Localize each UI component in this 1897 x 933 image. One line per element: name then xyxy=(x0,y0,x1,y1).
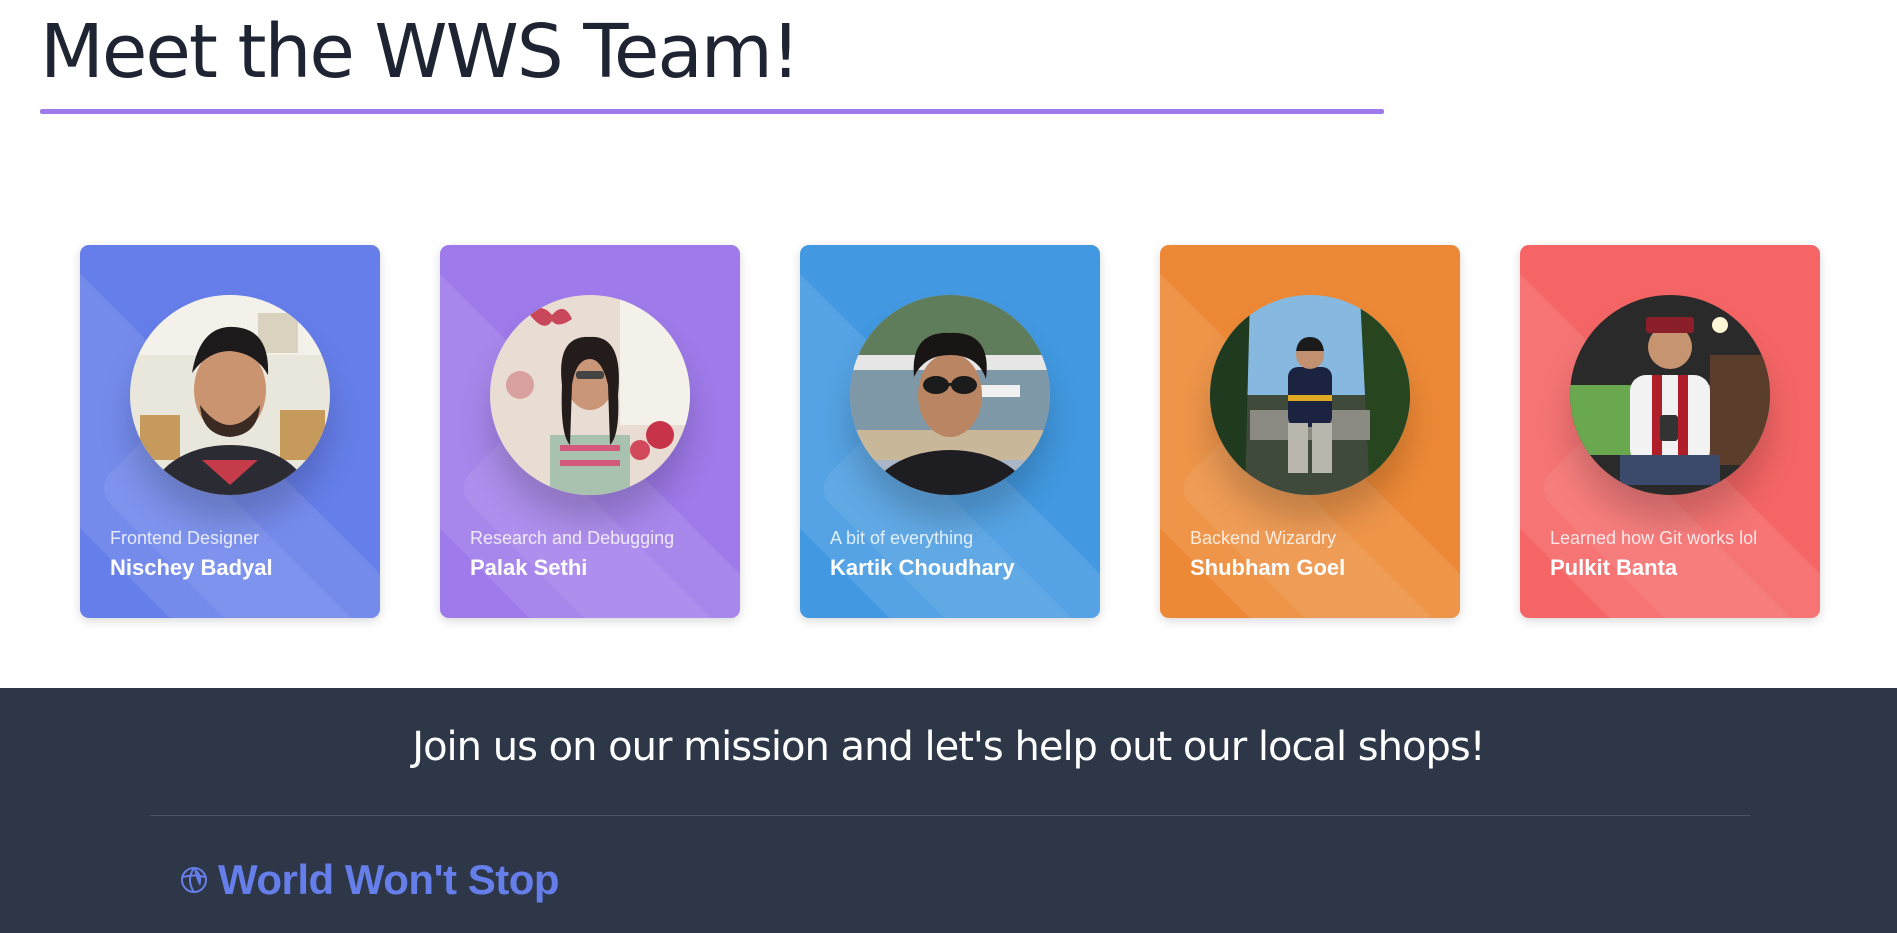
team-card: A bit of everything Kartik Choudhary xyxy=(800,245,1100,618)
page-title: Meet the WWS Team! xyxy=(40,9,800,95)
footer: Join us on our mission and let's help ou… xyxy=(0,688,1897,933)
team-member-role: Learned how Git works lol xyxy=(1550,528,1758,548)
team-member-photo xyxy=(1210,295,1410,495)
team-card: Frontend Designer Nischey Badyal xyxy=(80,245,380,618)
title-underline xyxy=(40,109,1384,114)
team-member-name: Kartik Choudhary xyxy=(830,555,1015,580)
globe-icon xyxy=(181,867,207,893)
team-card: Backend Wizardry Shubham Goel xyxy=(1160,245,1460,618)
footer-brand[interactable]: World Won't Stop xyxy=(180,856,560,904)
footer-divider xyxy=(150,815,1750,816)
team-member-name: Pulkit Banta xyxy=(1550,555,1678,580)
team-card: Research and Debugging Palak Sethi xyxy=(440,245,740,618)
brand-name: World Won't Stop xyxy=(218,856,560,903)
team-member-photo xyxy=(490,295,690,495)
team-member-role: Backend Wizardry xyxy=(1190,528,1337,548)
team-member-name: Nischey Badyal xyxy=(110,555,273,580)
page: Meet the WWS Team! Frontend Designer Nis… xyxy=(0,0,1897,933)
team-member-photo xyxy=(130,295,330,495)
team-card: Learned how Git works lol Pulkit Banta xyxy=(1520,245,1820,618)
team-member-role: Research and Debugging xyxy=(470,528,675,548)
team-member-name: Palak Sethi xyxy=(470,555,588,580)
team-cards: Frontend Designer Nischey Badyal Researc… xyxy=(0,245,1897,618)
team-member-photo xyxy=(1570,295,1770,495)
team-member-role: A bit of everything xyxy=(830,528,974,548)
footer-tagline: Join us on our mission and let's help ou… xyxy=(412,724,1485,770)
team-member-role: Frontend Designer xyxy=(110,528,260,548)
team-member-name: Shubham Goel xyxy=(1190,555,1346,580)
team-member-photo xyxy=(850,295,1050,495)
